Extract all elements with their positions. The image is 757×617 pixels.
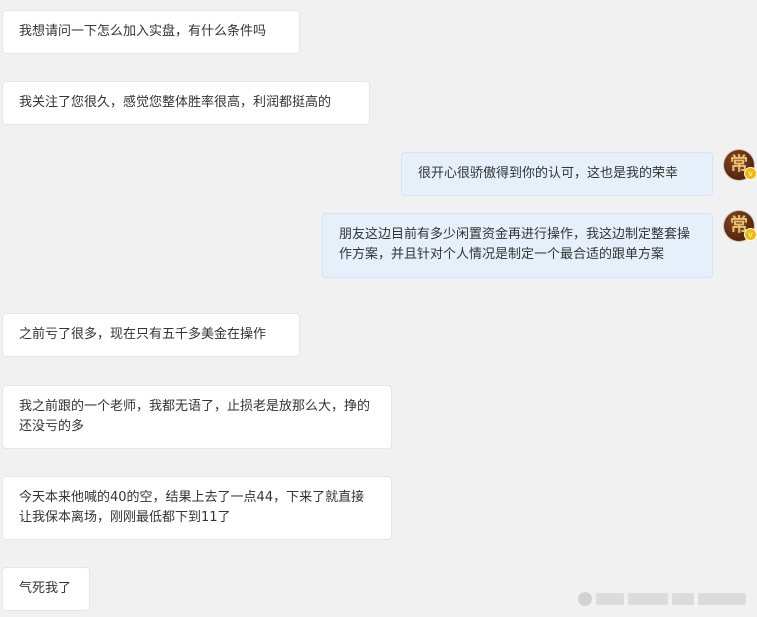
avatar[interactable]: 常 v [724, 150, 757, 180]
verified-badge-icon: v [744, 167, 757, 180]
watermark-block [628, 593, 668, 605]
chat-message-outgoing: 朋友这边目前有多少闲置资金再进行操作，我这边制定整套操作方案，并且针对个人情况是… [322, 213, 713, 278]
message-text: 今天本来他喊的40的空，结果上去了一点44，下来了就直接让我保本离场，刚刚最低都… [19, 490, 365, 525]
message-text: 我之前跟的一个老师，我都无语了，止损老是放那么大，挣的还没亏的多 [19, 399, 371, 434]
message-text: 我想请问一下怎么加入实盘，有什么条件吗 [19, 24, 267, 39]
watermark-icon [578, 592, 592, 606]
chat-message-incoming: 今天本来他喊的40的空，结果上去了一点44，下来了就直接让我保本离场，刚刚最低都… [2, 476, 392, 540]
message-text: 气死我了 [19, 581, 72, 596]
verified-badge-icon: v [744, 228, 757, 241]
message-text: 很开心很骄傲得到你的认可，这也是我的荣幸 [418, 166, 679, 181]
chat-message-outgoing: 很开心很骄傲得到你的认可，这也是我的荣幸 [401, 152, 713, 196]
message-text: 我关注了您很久，感觉您整体胜率很高，利润都挺高的 [19, 95, 332, 110]
avatar[interactable]: 常 v [724, 211, 757, 241]
message-text: 之前亏了很多，现在只有五千多美金在操作 [19, 327, 267, 342]
chat-message-incoming: 之前亏了很多，现在只有五千多美金在操作 [2, 313, 300, 357]
chat-message-incoming: 我想请问一下怎么加入实盘，有什么条件吗 [2, 10, 300, 54]
message-text: 朋友这边目前有多少闲置资金再进行操作，我这边制定整套操作方案，并且针对个人情况是… [339, 227, 691, 262]
watermark-block [672, 593, 694, 605]
watermark-block [698, 593, 746, 605]
watermark-block [596, 593, 624, 605]
chat-message-incoming: 我之前跟的一个老师，我都无语了，止损老是放那么大，挣的还没亏的多 [2, 385, 392, 449]
chat-message-incoming: 我关注了您很久，感觉您整体胜率很高，利润都挺高的 [2, 81, 370, 125]
chat-message-incoming: 气死我了 [2, 567, 90, 611]
watermark [570, 590, 750, 608]
